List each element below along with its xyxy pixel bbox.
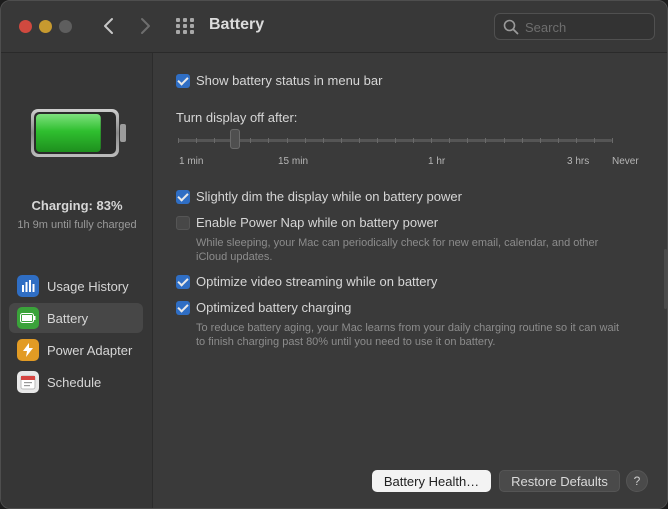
slider-tick bbox=[521, 138, 523, 143]
sidebar-item-label: Schedule bbox=[47, 374, 102, 390]
charge-status: Charging: 83% bbox=[31, 198, 123, 213]
search-input[interactable] bbox=[525, 18, 645, 36]
sidebar-item-power-adapter[interactable]: Power Adapter bbox=[9, 335, 143, 365]
sidebar-item-label: Battery bbox=[47, 310, 89, 326]
close-window-button[interactable] bbox=[19, 20, 32, 33]
chevron-left-icon bbox=[104, 18, 113, 34]
power-nap-checkbox[interactable] bbox=[176, 216, 190, 230]
slider-tick bbox=[250, 138, 252, 143]
slider-tick bbox=[557, 138, 559, 143]
bar-chart-icon bbox=[17, 275, 39, 297]
charge-time-remaining: 1h 9m until fully charged bbox=[17, 219, 137, 231]
display-off-slider-knob[interactable] bbox=[230, 129, 240, 149]
dim-display-checkbox[interactable] bbox=[176, 190, 190, 204]
slider-tick bbox=[358, 138, 360, 143]
power-nap-label: Enable Power Nap while on battery power bbox=[196, 215, 439, 230]
zoom-window-button[interactable] bbox=[59, 20, 72, 33]
tick-label-15-min: 15 min bbox=[278, 156, 309, 167]
slider-tick bbox=[539, 138, 541, 143]
sidebar-item-label: Power Adapter bbox=[47, 342, 133, 358]
video-streaming-label: Optimize video streaming while on batter… bbox=[196, 274, 438, 289]
show-status-label: Show battery status in menu bar bbox=[196, 73, 383, 88]
search-field[interactable] bbox=[494, 13, 655, 40]
search-icon bbox=[503, 19, 519, 35]
power-nap-description-line1: While sleeping, your Mac can periodicall… bbox=[196, 237, 599, 249]
slider-tick bbox=[485, 138, 487, 143]
optimized-charging-checkbox[interactable] bbox=[176, 301, 190, 315]
restore-defaults-button[interactable]: Restore Defaults bbox=[499, 470, 620, 492]
calendar-icon bbox=[17, 371, 39, 393]
tick-label-never: Never bbox=[612, 156, 639, 167]
video-streaming-checkbox[interactable] bbox=[176, 275, 190, 289]
slider-tick bbox=[593, 138, 595, 143]
sidebar-item-label: Usage History bbox=[47, 278, 129, 294]
tick-label-3-hrs: 3 hrs bbox=[567, 156, 590, 167]
tick-label-1-min: 1 min bbox=[179, 156, 204, 167]
slider-tick bbox=[503, 138, 505, 143]
slider-tick bbox=[304, 138, 306, 143]
sidebar-item-schedule[interactable]: Schedule bbox=[9, 367, 143, 397]
slider-tick bbox=[413, 138, 415, 143]
tick-label-1-hr: 1 hr bbox=[428, 156, 446, 167]
slider-tick bbox=[214, 138, 216, 143]
lightning-icon bbox=[17, 339, 39, 361]
power-nap-description-line2: iCloud updates. bbox=[196, 251, 273, 263]
show-status-checkbox[interactable] bbox=[176, 74, 190, 88]
battery-preferences-window: Battery Search Charging: 83% 1h 9m until… bbox=[0, 0, 668, 509]
window-title: Battery bbox=[209, 16, 265, 33]
slider-tick bbox=[612, 138, 613, 143]
battery-settings-pane: Show battery status in menu bar Turn dis… bbox=[154, 54, 667, 508]
slider-tick bbox=[268, 138, 270, 143]
optimized-charging-label: Optimized battery charging bbox=[196, 300, 352, 315]
slider-tick bbox=[467, 138, 469, 143]
slider-tick bbox=[395, 138, 396, 143]
display-off-title: Turn display off after: bbox=[176, 110, 298, 125]
slider-tick bbox=[449, 138, 451, 143]
forward-button[interactable] bbox=[133, 13, 157, 39]
chevron-right-icon bbox=[141, 18, 150, 34]
optimized-charging-description-line1: To reduce battery aging, your Mac learns… bbox=[196, 322, 620, 334]
slider-tick bbox=[322, 138, 324, 143]
battery-fill bbox=[36, 114, 101, 152]
minimize-window-button[interactable] bbox=[39, 20, 52, 33]
dim-display-label: Slightly dim the display while on batter… bbox=[196, 189, 462, 204]
slider-tick bbox=[286, 138, 288, 143]
slider-tick bbox=[196, 138, 198, 143]
slider-tick bbox=[376, 138, 378, 143]
back-button[interactable] bbox=[97, 13, 121, 39]
slider-tick bbox=[178, 138, 179, 143]
sidebar-item-battery[interactable]: Battery bbox=[9, 303, 143, 333]
slider-tick bbox=[575, 138, 577, 143]
slider-tick bbox=[431, 138, 433, 143]
help-button[interactable]: ? bbox=[626, 470, 648, 492]
show-all-grid-icon[interactable] bbox=[176, 18, 194, 34]
sidebar: Charging: 83% 1h 9m until fully charged … bbox=[1, 53, 153, 508]
optimized-charging-description-line2: to finish charging past 80% until you ne… bbox=[196, 336, 496, 348]
slider-tick bbox=[340, 138, 342, 143]
battery-health-button[interactable]: Battery Health… bbox=[372, 470, 491, 492]
sidebar-item-usage-history[interactable]: Usage History bbox=[9, 271, 143, 301]
battery-level-icon bbox=[31, 109, 126, 157]
battery-icon bbox=[17, 307, 39, 329]
scrollbar[interactable] bbox=[664, 249, 667, 309]
title-bar: Battery bbox=[1, 1, 667, 53]
